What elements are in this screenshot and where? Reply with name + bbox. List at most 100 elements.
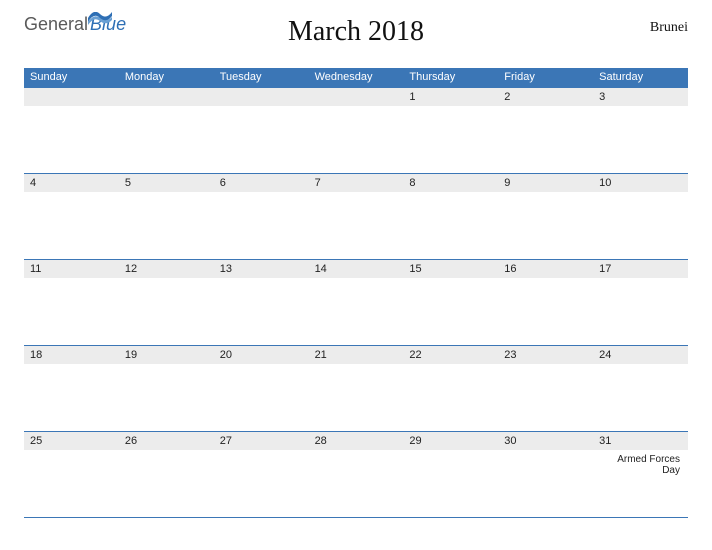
day-number: 3 bbox=[599, 91, 605, 103]
day-number-strip: 27 bbox=[214, 432, 309, 450]
day-number-strip bbox=[309, 88, 404, 106]
calendar-day: 27 bbox=[214, 432, 309, 517]
day-number: 20 bbox=[220, 349, 232, 361]
calendar: Sunday Monday Tuesday Wednesday Thursday… bbox=[24, 68, 688, 518]
calendar-day: 2 bbox=[498, 88, 593, 173]
day-number-strip: 20 bbox=[214, 346, 309, 364]
day-number-strip: 11 bbox=[24, 260, 119, 278]
day-body bbox=[403, 192, 498, 259]
day-number-strip: 24 bbox=[593, 346, 688, 364]
day-number-strip: 3 bbox=[593, 88, 688, 106]
day-number-strip bbox=[214, 88, 309, 106]
calendar-day bbox=[24, 88, 119, 173]
calendar-day: 22 bbox=[403, 346, 498, 431]
day-body bbox=[593, 364, 688, 431]
day-body bbox=[309, 450, 404, 517]
calendar-day: 25 bbox=[24, 432, 119, 517]
dow-friday: Friday bbox=[498, 68, 593, 88]
day-body bbox=[119, 278, 214, 345]
day-body bbox=[593, 278, 688, 345]
day-body bbox=[309, 364, 404, 431]
day-number-strip: 1 bbox=[403, 88, 498, 106]
dow-tuesday: Tuesday bbox=[214, 68, 309, 88]
day-body bbox=[403, 278, 498, 345]
day-number: 12 bbox=[125, 263, 137, 275]
day-body bbox=[119, 192, 214, 259]
calendar-day: 8 bbox=[403, 174, 498, 259]
day-number: 1 bbox=[409, 91, 415, 103]
day-body bbox=[593, 192, 688, 259]
day-body bbox=[119, 106, 214, 173]
day-body bbox=[24, 364, 119, 431]
calendar-day: 18 bbox=[24, 346, 119, 431]
day-number-strip: 12 bbox=[119, 260, 214, 278]
calendar-day: 7 bbox=[309, 174, 404, 259]
calendar-day: 24 bbox=[593, 346, 688, 431]
day-number-strip: 28 bbox=[309, 432, 404, 450]
day-number-strip: 25 bbox=[24, 432, 119, 450]
day-body bbox=[119, 450, 214, 517]
day-number-strip: 26 bbox=[119, 432, 214, 450]
calendar-day: 3 bbox=[593, 88, 688, 173]
day-number-strip: 6 bbox=[214, 174, 309, 192]
dow-wednesday: Wednesday bbox=[309, 68, 404, 88]
calendar-week: 45678910 bbox=[24, 174, 688, 260]
day-number: 14 bbox=[315, 263, 327, 275]
day-number: 30 bbox=[504, 435, 516, 447]
day-number: 22 bbox=[409, 349, 421, 361]
region-label: Brunei bbox=[650, 20, 688, 36]
page-title: March 2018 bbox=[288, 16, 424, 48]
day-body bbox=[309, 106, 404, 173]
day-number-strip: 7 bbox=[309, 174, 404, 192]
day-number: 17 bbox=[599, 263, 611, 275]
day-body bbox=[214, 364, 309, 431]
calendar-day: 17 bbox=[593, 260, 688, 345]
day-body bbox=[24, 450, 119, 517]
day-body bbox=[498, 278, 593, 345]
calendar-day: 1 bbox=[403, 88, 498, 173]
day-body bbox=[498, 106, 593, 173]
day-number-strip: 30 bbox=[498, 432, 593, 450]
calendar-day: 31Armed Forces Day bbox=[593, 432, 688, 517]
day-number: 16 bbox=[504, 263, 516, 275]
day-number: 2 bbox=[504, 91, 510, 103]
day-number: 27 bbox=[220, 435, 232, 447]
day-number: 13 bbox=[220, 263, 232, 275]
day-number: 23 bbox=[504, 349, 516, 361]
calendar-day bbox=[214, 88, 309, 173]
day-number-strip: 2 bbox=[498, 88, 593, 106]
day-body bbox=[498, 450, 593, 517]
day-body bbox=[214, 192, 309, 259]
day-number-strip bbox=[24, 88, 119, 106]
day-number-strip: 19 bbox=[119, 346, 214, 364]
day-number: 18 bbox=[30, 349, 42, 361]
day-body bbox=[214, 278, 309, 345]
day-number: 4 bbox=[30, 177, 36, 189]
day-number: 24 bbox=[599, 349, 611, 361]
calendar-week: 25 26 27 28 29 30 31Armed Forces Day bbox=[24, 432, 688, 518]
calendar-day: 5 bbox=[119, 174, 214, 259]
day-number: 7 bbox=[315, 177, 321, 189]
brand-logo: General Blue bbox=[24, 14, 126, 35]
day-number: 15 bbox=[409, 263, 421, 275]
day-number: 28 bbox=[315, 435, 327, 447]
day-number-strip bbox=[119, 88, 214, 106]
calendar-day: 14 bbox=[309, 260, 404, 345]
calendar-day bbox=[119, 88, 214, 173]
calendar-day: 30 bbox=[498, 432, 593, 517]
day-number: 29 bbox=[409, 435, 421, 447]
day-number: 25 bbox=[30, 435, 42, 447]
day-number-strip: 9 bbox=[498, 174, 593, 192]
calendar-day: 16 bbox=[498, 260, 593, 345]
day-number-strip: 5 bbox=[119, 174, 214, 192]
dow-saturday: Saturday bbox=[593, 68, 688, 88]
day-of-week-header: Sunday Monday Tuesday Wednesday Thursday… bbox=[24, 68, 688, 88]
day-number-strip: 15 bbox=[403, 260, 498, 278]
dow-thursday: Thursday bbox=[403, 68, 498, 88]
calendar-week: 1 2 3 bbox=[24, 88, 688, 174]
calendar-day: 29 bbox=[403, 432, 498, 517]
calendar-day: 6 bbox=[214, 174, 309, 259]
day-number: 8 bbox=[409, 177, 415, 189]
day-body bbox=[119, 364, 214, 431]
day-number: 11 bbox=[30, 263, 41, 275]
